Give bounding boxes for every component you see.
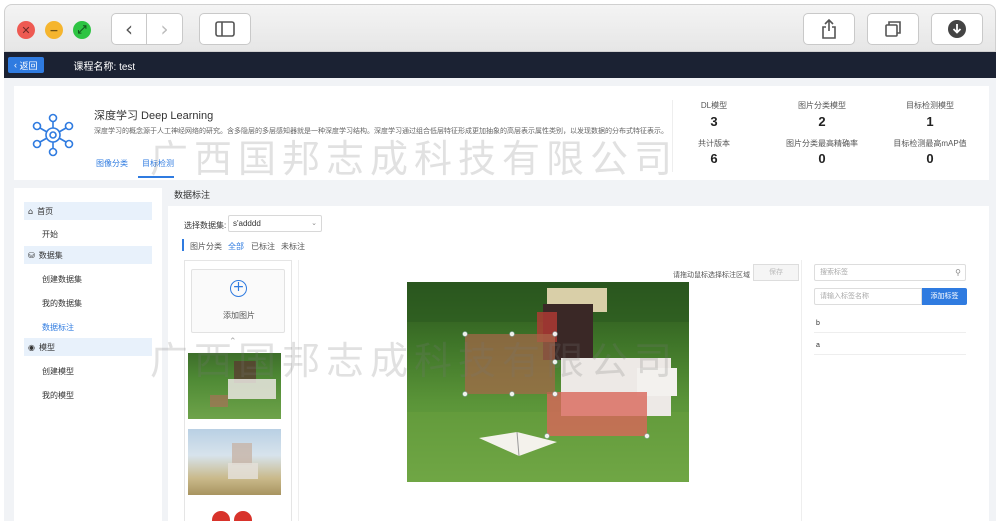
filter-unannotated[interactable]: 未标注 xyxy=(281,241,305,252)
sidebar-section-model[interactable]: ◉ 模型 xyxy=(24,338,152,356)
page-title: 数据标注 xyxy=(174,190,211,200)
filter-accent-bar xyxy=(182,239,184,251)
download-button[interactable] xyxy=(931,13,983,45)
stat-value-best-accuracy: 0 xyxy=(818,151,826,166)
sidebar-item-my-datasets[interactable]: 我的数据集 xyxy=(42,298,82,309)
label-search-input[interactable]: 搜索标签 ⚲ xyxy=(814,264,966,281)
sidebar-item-create-dataset[interactable]: 创建数据集 xyxy=(42,274,82,285)
deep-learning-logo-icon xyxy=(32,113,74,157)
sidebar-section-dataset[interactable]: ⛁ 数据集 xyxy=(24,246,152,264)
tabs-icon xyxy=(885,21,901,37)
share-icon xyxy=(822,19,836,39)
image-thumbnail[interactable] xyxy=(188,505,281,521)
course-name: 课程名称: test xyxy=(73,61,136,73)
filter-annotated[interactable]: 已标注 xyxy=(251,241,275,252)
image-thumbnail[interactable] xyxy=(188,353,281,419)
image-thumbnail[interactable] xyxy=(188,429,281,495)
browser-toolbar: ✕ − ⤢ ‹ › xyxy=(4,4,996,52)
back-button[interactable]: ‹ xyxy=(111,13,147,45)
stat-value-detection-models: 1 xyxy=(926,114,934,129)
plus-icon: + xyxy=(230,280,247,297)
annotation-image[interactable] xyxy=(407,282,689,482)
home-icon: ⌂ xyxy=(28,206,34,216)
add-image-button[interactable]: + 添加图片 xyxy=(191,269,285,333)
tabs-button[interactable] xyxy=(867,13,919,45)
drag-hint: 请拖动鼠标选择标注区域 xyxy=(673,272,750,279)
sidebar: ⌂ 首页 开始 ⛁ 数据集 创建数据集 我的数据集 数据标注 ◉ 模型 创建模型… xyxy=(14,188,162,521)
stat-value-versions: 6 xyxy=(710,151,718,166)
sidebar-section-home[interactable]: ⌂ 首页 xyxy=(24,202,152,220)
share-button[interactable] xyxy=(803,13,855,45)
sidebar-item-data-annotation[interactable]: 数据标注 xyxy=(42,322,74,333)
search-icon: ⚲ xyxy=(955,268,961,277)
label-panel: 搜索标签 ⚲ 请输入标签名称 添加标签 b a xyxy=(801,260,977,521)
save-button[interactable]: 保存 xyxy=(753,264,799,281)
sidebar-item-create-model[interactable]: 创建模型 xyxy=(42,366,74,377)
stat-label-versions: 共计版本 xyxy=(698,139,730,148)
stat-label-dl-models: DL模型 xyxy=(700,101,728,110)
forward-button[interactable]: › xyxy=(147,13,183,45)
stat-label-best-accuracy: 图片分类最高精确率 xyxy=(786,139,858,148)
sidebar-icon xyxy=(215,21,235,37)
divider xyxy=(814,354,966,355)
dataset-label: 选择数据集: xyxy=(184,221,227,230)
stat-label-best-map: 目标检测最高mAP值 xyxy=(893,139,967,148)
stat-value-dl-models: 3 xyxy=(710,114,718,129)
sidebar-item-my-models[interactable]: 我的模型 xyxy=(42,390,74,401)
annotation-canvas-area: 请拖动鼠标选择标注区域 保存 搜索标签 ⚲ 请输入标签名称 添加标签 b a xyxy=(298,260,976,521)
course-title: 深度学习 Deep Learning xyxy=(94,110,214,122)
maximize-window-button[interactable]: ⤢ xyxy=(73,21,91,39)
dataset-select[interactable]: s'adddd ⌄ xyxy=(228,215,322,232)
stat-label-detection-models: 目标检测模型 xyxy=(906,101,954,110)
close-window-button[interactable]: ✕ xyxy=(17,21,35,39)
stat-value-classification-models: 2 xyxy=(818,114,826,129)
chevron-down-icon: ⌄ xyxy=(311,220,317,227)
chevron-left-icon: ‹ xyxy=(125,17,133,41)
label-name-input[interactable]: 请输入标签名称 xyxy=(814,288,922,305)
stat-value-best-map: 0 xyxy=(926,151,934,166)
download-icon xyxy=(948,20,966,38)
label-item[interactable]: a xyxy=(816,342,820,349)
minimize-window-button[interactable]: − xyxy=(45,21,63,39)
divider xyxy=(672,100,673,172)
image-list: + 添加图片 ⌃ xyxy=(184,260,292,521)
chevron-right-icon: › xyxy=(160,17,169,41)
app-topbar: ‹ 返回 课程名称: test xyxy=(4,52,996,78)
filter-all[interactable]: 全部 xyxy=(228,241,244,252)
tab-object-detection[interactable]: 目标检测 xyxy=(142,158,174,169)
divider xyxy=(814,332,966,333)
content-area: 深度学习 Deep Learning 深度学习的概念源于人工神经网络的研究。含多… xyxy=(4,78,996,521)
active-tab-indicator xyxy=(138,176,174,178)
stat-label-classification-models: 图片分类模型 xyxy=(798,101,846,110)
add-label-button[interactable]: 添加标签 xyxy=(922,288,967,305)
label-item[interactable]: b xyxy=(816,320,820,327)
sidebar-item-start[interactable]: 开始 xyxy=(42,229,58,240)
filter-category-label: 图片分类 xyxy=(190,242,222,251)
course-header: 深度学习 Deep Learning 深度学习的概念源于人工神经网络的研究。含多… xyxy=(14,86,989,180)
sidebar-toggle-button[interactable] xyxy=(199,13,251,45)
annotation-panel: 选择数据集: s'adddd ⌄ 图片分类 全部 已标注 未标注 + 添加图片 … xyxy=(168,206,989,521)
photo-content xyxy=(407,282,689,482)
scroll-up-icon[interactable]: ⌃ xyxy=(229,337,237,347)
database-icon: ⛁ xyxy=(28,250,35,260)
annotation-main: 数据标注 选择数据集: s'adddd ⌄ 图片分类 全部 已标注 未标注 + … xyxy=(168,184,989,521)
model-icon: ◉ xyxy=(28,342,35,352)
course-description: 深度学习的概念源于人工神经网络的研究。含多隐层的多层感知器就是一种深度学习结构。… xyxy=(94,128,668,135)
return-button[interactable]: ‹ 返回 xyxy=(8,57,44,73)
tab-image-classification[interactable]: 图像分类 xyxy=(96,158,128,169)
